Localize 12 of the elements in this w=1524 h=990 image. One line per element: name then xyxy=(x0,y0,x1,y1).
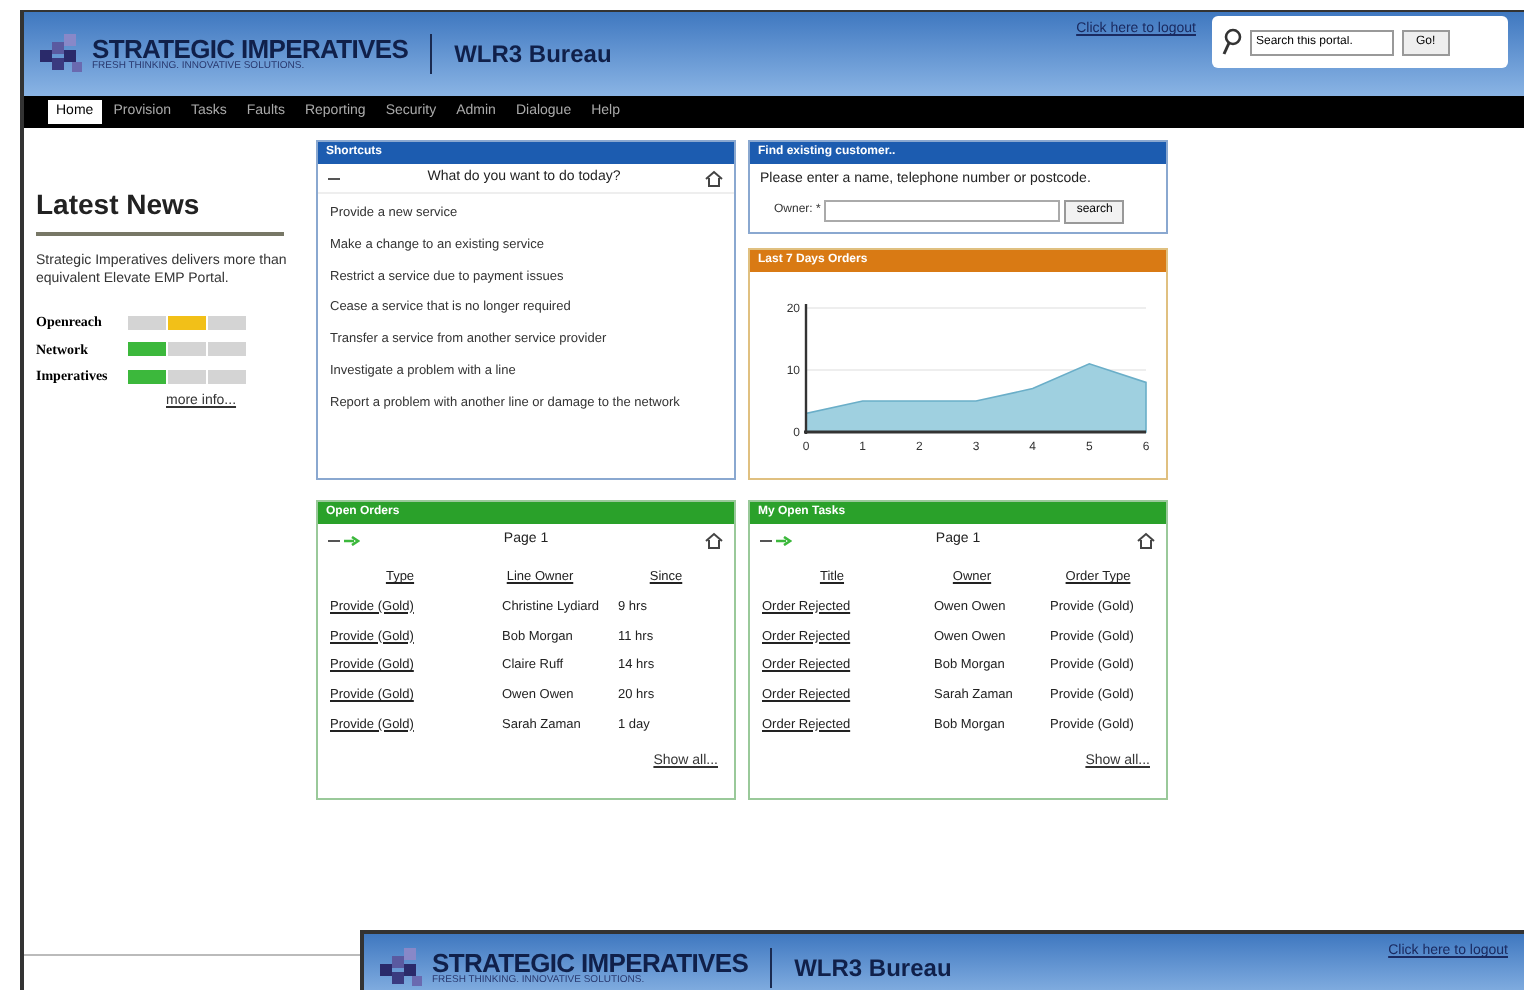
home-icon[interactable] xyxy=(1136,531,1156,549)
search-icon xyxy=(1222,28,1242,56)
logo-icon xyxy=(380,947,424,987)
app-title: WLR3 Bureau xyxy=(794,951,952,985)
logo-title: STRATEGIC IMPERATIVES xyxy=(432,949,749,975)
home-icon[interactable] xyxy=(704,169,724,187)
home-icon[interactable] xyxy=(704,531,724,549)
owner-field[interactable] xyxy=(824,200,1061,222)
news-title: Latest News xyxy=(36,184,284,236)
app-title: WLR3 Bureau xyxy=(454,38,612,72)
logo-title: STRATEGIC IMPERATIVES xyxy=(92,36,409,62)
logo-icon xyxy=(40,34,84,74)
